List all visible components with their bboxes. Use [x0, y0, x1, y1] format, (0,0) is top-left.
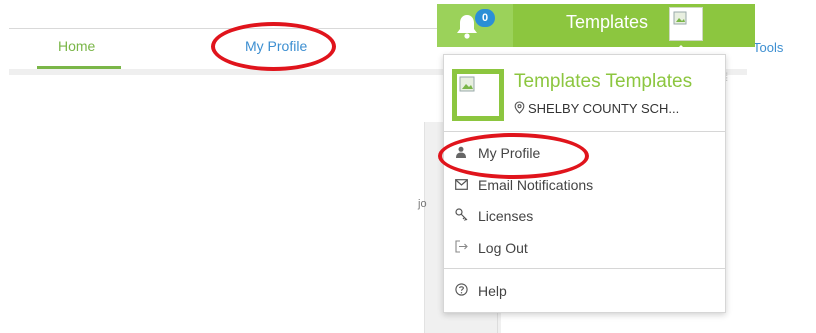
- menu-item-licenses[interactable]: Licenses: [454, 206, 533, 226]
- annotation-circle: [438, 133, 589, 179]
- dropdown-school: SHELBY COUNTY SCH...: [514, 101, 679, 116]
- key-icon: [454, 207, 468, 227]
- dropdown-user-name: Templates Templates: [514, 71, 693, 92]
- background-partial-text: jo: [418, 198, 427, 210]
- broken-image-icon: [673, 11, 687, 25]
- nav-home-active-indicator: [37, 66, 121, 69]
- menu-item-label: Email Notifications: [478, 177, 594, 193]
- dropdown-divider: [443, 268, 726, 269]
- drag-handle-icon: ⁞: [725, 70, 729, 84]
- location-pin-icon: [514, 101, 525, 114]
- question-circle-icon: [454, 282, 468, 302]
- nav-tools-link[interactable]: Tools: [753, 40, 783, 55]
- broken-image-icon: [459, 76, 475, 92]
- dropdown-divider: [443, 131, 726, 132]
- menu-item-log-out[interactable]: Log Out: [454, 238, 528, 258]
- menu-item-label: Log Out: [478, 240, 528, 256]
- topbar-avatar[interactable]: [669, 7, 703, 41]
- menu-item-label: Help: [478, 283, 507, 299]
- nav-home-link[interactable]: Home: [58, 38, 95, 54]
- user-menu-toggle[interactable]: Templates: [566, 12, 648, 33]
- envelope-icon: [454, 176, 468, 196]
- dropdown-caret: [672, 45, 690, 54]
- menu-item-label: Licenses: [478, 208, 534, 224]
- annotation-circle: [211, 22, 336, 71]
- notification-count-badge: 0: [475, 9, 495, 27]
- logout-icon: [454, 239, 468, 259]
- menu-item-help[interactable]: Help: [454, 281, 507, 301]
- dropdown-avatar-image: [457, 74, 499, 116]
- nav-top-border: [9, 28, 443, 29]
- dropdown-school-label: SHELBY COUNTY SCH...: [528, 101, 680, 116]
